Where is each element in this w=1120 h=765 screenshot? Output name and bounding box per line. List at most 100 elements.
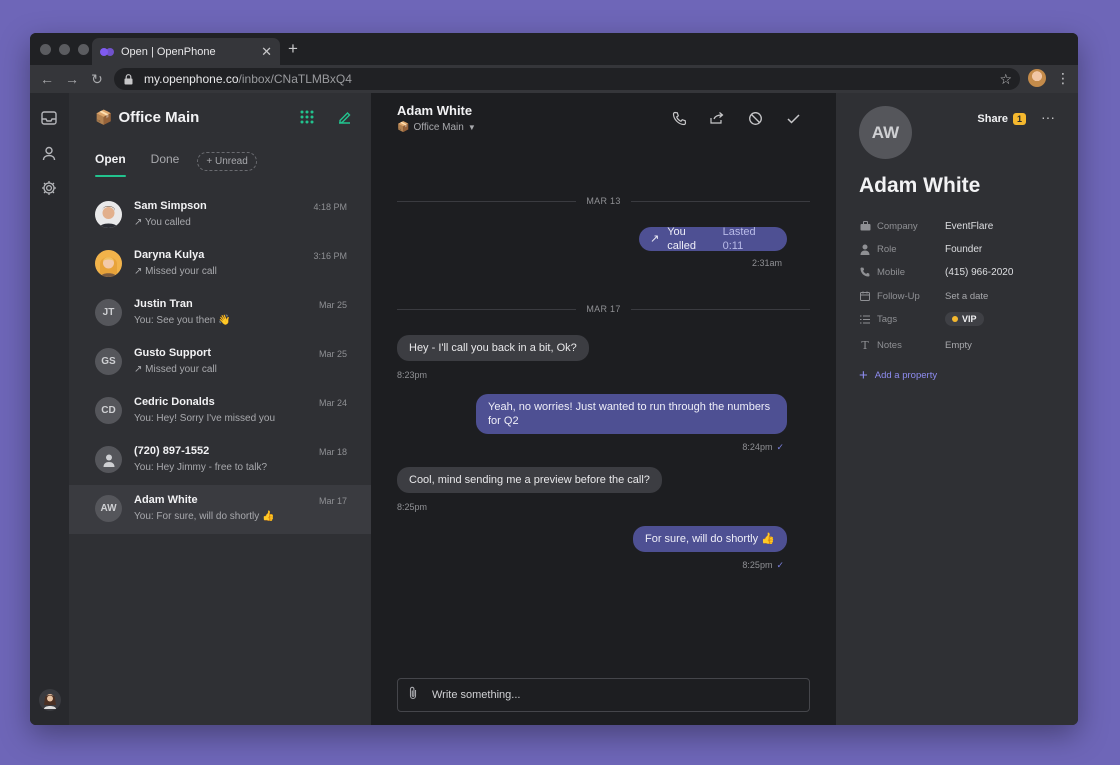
user-avatar[interactable] xyxy=(39,689,61,711)
message-bubble-incoming: Cool, mind sending me a preview before t… xyxy=(397,467,662,493)
outgoing-arrow-icon: ↗ xyxy=(134,217,143,228)
outgoing-arrow-icon: ↗ xyxy=(650,233,660,245)
vip-tag[interactable]: VIP xyxy=(945,312,984,326)
url-host: my.openphone.co xyxy=(144,72,239,86)
property-role[interactable]: Role Founder xyxy=(859,241,1069,257)
new-tab-icon[interactable]: + xyxy=(288,40,298,57)
bookmark-star-icon[interactable]: ☆ xyxy=(999,71,1012,88)
conversation-name: Daryna Kulya xyxy=(134,249,205,261)
outgoing-arrow-icon: ↗ xyxy=(134,364,143,375)
message-bubble-outgoing: Yeah, no worries! Just wanted to run thr… xyxy=(476,394,787,434)
conversation-item[interactable]: Daryna Kulya ↗ Missed your call 3:16 PM xyxy=(69,240,371,289)
minimize-window-button[interactable] xyxy=(59,44,70,55)
contact-name: Adam White xyxy=(859,174,981,197)
conversation-time: 3:16 PM xyxy=(313,251,347,261)
conversation-time: 4:18 PM xyxy=(313,202,347,212)
share-button[interactable]: Share 1 xyxy=(977,113,1026,125)
nav-rail xyxy=(30,93,69,725)
message-bubble-outgoing: For sure, will do shortly 👍 xyxy=(633,526,787,552)
forward-icon[interactable]: → xyxy=(63,70,81,88)
mark-done-check-icon[interactable] xyxy=(784,109,802,127)
unread-filter-chip[interactable]: + Unread xyxy=(197,151,257,171)
settings-gear-icon[interactable] xyxy=(40,179,58,197)
conversation-list-panel: 📦 Office Main Open Done + Unread Sam Sim… xyxy=(69,93,371,725)
contact-avatar: AW xyxy=(859,106,912,159)
message-bubble-incoming: Hey - I'll call you back in a bit, Ok? xyxy=(397,335,589,361)
openphone-app: 📦 Office Main Open Done + Unread Sam Sim… xyxy=(30,93,1078,725)
conversation-name: Sam Simpson xyxy=(134,200,207,212)
conversation-preview: You: Hey Jimmy - free to talk? xyxy=(134,462,268,473)
attachment-paperclip-icon[interactable] xyxy=(408,686,418,705)
message-time: 8:25pm xyxy=(397,502,428,512)
tab-title: Open | OpenPhone xyxy=(121,45,216,58)
conversation-preview: You: For sure, will do shortly 👍 xyxy=(134,511,275,522)
keypad-icon[interactable] xyxy=(298,108,316,126)
conversation-preview: ↗ You called xyxy=(134,217,191,228)
add-property-button[interactable]: + Add a property xyxy=(859,368,937,383)
compose-icon[interactable] xyxy=(335,108,353,126)
phone-icon xyxy=(859,266,871,278)
property-tags[interactable]: Tags VIP xyxy=(859,311,1069,327)
date-divider: MAR 17 xyxy=(397,303,810,315)
phone-call-icon[interactable] xyxy=(670,109,688,127)
inbox-emoji: 📦 xyxy=(95,108,113,125)
lock-icon xyxy=(124,73,136,85)
chat-header: Adam White 📦 Office Main ▼ xyxy=(371,93,836,148)
browser-tab[interactable]: Open | OpenPhone ✕ xyxy=(92,38,280,65)
chat-inbox-selector[interactable]: 📦 Office Main ▼ xyxy=(397,122,476,133)
avatar xyxy=(95,250,122,277)
message-time: 8:23pm xyxy=(397,370,428,380)
share-conversation-icon[interactable] xyxy=(708,109,726,127)
url-input[interactable]: my.openphone.co/inbox/CNaTLMBxQ4 ☆ xyxy=(114,68,1020,90)
message-status: 8:24pm ✓ xyxy=(742,442,784,452)
block-icon[interactable] xyxy=(746,109,764,127)
message-input[interactable] xyxy=(432,689,772,701)
reload-icon[interactable]: ↻ xyxy=(88,70,106,88)
conversation-item[interactable]: (720) 897-1552 You: Hey Jimmy - free to … xyxy=(69,436,371,485)
close-tab-icon[interactable]: ✕ xyxy=(261,45,272,58)
conversation-name: Justin Tran xyxy=(134,298,193,310)
delivered-check-icon: ✓ xyxy=(776,560,784,570)
inbox-icon[interactable] xyxy=(40,109,58,127)
inbox-name[interactable]: Office Main xyxy=(118,109,279,126)
message-composer xyxy=(397,678,810,712)
tab-strip: Open | OpenPhone ✕ + xyxy=(30,33,1078,65)
avatar: GS xyxy=(95,348,122,375)
conversation-filters: Open Done + Unread xyxy=(69,141,371,181)
property-follow-up[interactable]: Follow-Up Set a date xyxy=(859,288,1069,304)
close-window-button[interactable] xyxy=(40,44,51,55)
person-icon xyxy=(103,454,114,467)
back-icon[interactable]: ← xyxy=(38,70,56,88)
conversation-item[interactable]: JT Justin Tran You: See you then 👋 Mar 2… xyxy=(69,289,371,338)
maximize-window-button[interactable] xyxy=(78,44,89,55)
browser-window: Open | OpenPhone ✕ + ← → ↻ my.openphone.… xyxy=(30,33,1078,725)
chat-panel: Adam White 📦 Office Main ▼ MAR 13 ↗ You … xyxy=(371,93,836,725)
conversation-item[interactable]: GS Gusto Support ↗ Missed your call Mar … xyxy=(69,338,371,387)
property-mobile[interactable]: Mobile (415) 966-2020 xyxy=(859,264,1069,280)
company-icon xyxy=(859,220,871,232)
conversation-name: Cedric Donalds xyxy=(134,396,215,408)
url-path: /inbox/CNaTLMBxQ4 xyxy=(238,72,352,86)
share-count-badge: 1 xyxy=(1012,113,1026,125)
property-company[interactable]: Company EventFlare xyxy=(859,218,1069,234)
conversation-time: Mar 17 xyxy=(318,496,347,506)
message-status: 8:25pm ✓ xyxy=(742,560,784,570)
contact-details-panel: AW Share 1 ··· Adam White Company EventF… xyxy=(836,93,1078,725)
conversation-preview: You: See you then 👋 xyxy=(134,315,231,326)
browser-menu-icon[interactable]: ⋮ xyxy=(1056,70,1070,87)
avatar: JT xyxy=(95,299,122,326)
call-duration: Lasted 0:11 xyxy=(722,226,756,252)
conversation-item[interactable]: Sam Simpson ↗ You called 4:18 PM xyxy=(69,191,371,240)
conversation-name: Adam White xyxy=(134,494,198,506)
notes-icon: T xyxy=(861,338,869,352)
contacts-icon[interactable] xyxy=(40,144,58,162)
avatar xyxy=(95,201,122,228)
property-notes[interactable]: T Notes Empty xyxy=(859,337,1069,353)
tab-done[interactable]: Done xyxy=(151,152,180,170)
tab-open[interactable]: Open xyxy=(95,152,126,177)
conversation-item[interactable]: CD Cedric Donalds You: Hey! Sorry I've m… xyxy=(69,387,371,436)
conversation-name: (720) 897-1552 xyxy=(134,445,210,457)
more-options-icon[interactable]: ··· xyxy=(1041,109,1055,125)
conversation-item-selected[interactable]: AW Adam White You: For sure, will do sho… xyxy=(69,485,371,534)
profile-avatar[interactable] xyxy=(1028,69,1046,87)
